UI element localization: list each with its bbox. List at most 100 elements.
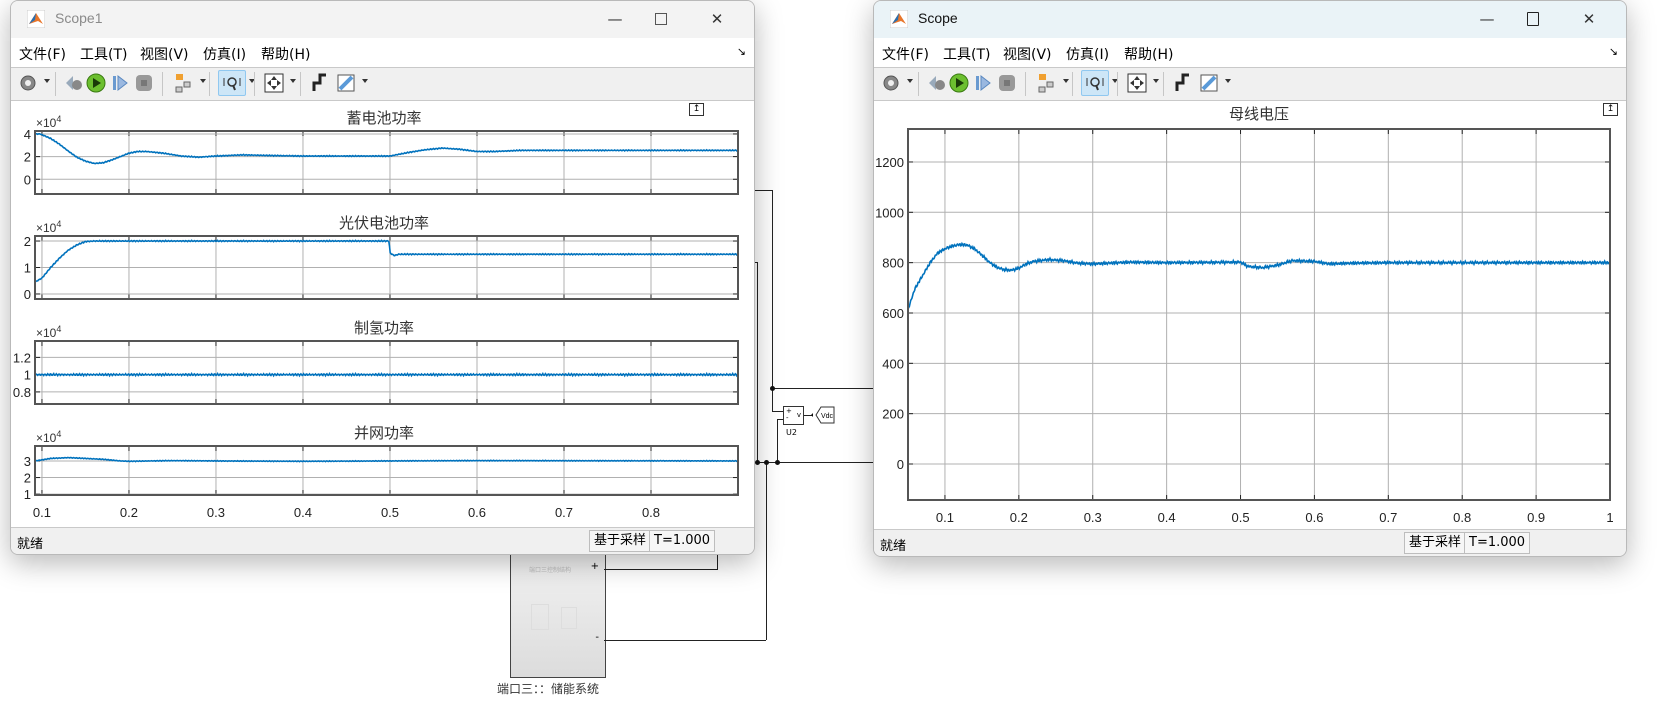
dropdown-caret-icon[interactable]	[290, 79, 296, 83]
minimize-button[interactable]: —	[592, 5, 638, 33]
scope1-plots[interactable]: 024蓄电池功率×104 012光伏电池功率×104 0.811.2制氢功率×104…	[11, 101, 754, 529]
goto-vdc-block[interactable]: Vdc	[811, 405, 835, 425]
minimize-button[interactable]: —	[1464, 5, 1510, 33]
plot-area	[908, 129, 1610, 500]
menu-tools[interactable]: 工具(T)	[943, 44, 990, 64]
x-tick-label: 0.1	[936, 510, 954, 525]
voltage-measurement-block[interactable]: + - v	[783, 406, 804, 425]
wire	[604, 569, 717, 570]
signal-selector-button[interactable]	[1036, 72, 1058, 94]
signal-selector-button[interactable]	[173, 72, 195, 94]
step-back-button[interactable]	[63, 72, 85, 94]
inner-subsystem-sketch	[531, 604, 549, 630]
x-tick-label: 0.5	[1231, 510, 1249, 525]
matlab-icon	[27, 10, 45, 28]
toolbar-separator	[300, 72, 301, 96]
menu-simulation[interactable]: 仿真(I)	[203, 44, 246, 64]
measure-icon	[337, 74, 355, 92]
dropdown-caret-icon[interactable]	[907, 79, 913, 83]
menu-simulation[interactable]: 仿真(I)	[1066, 44, 1109, 64]
step-back-button[interactable]	[926, 72, 948, 94]
scope-plot[interactable]: 0.1 0.2 0.3 0.4 0.5 0.6 0.7 0.8 0.9 1 0 200 400 600 80…	[874, 101, 1626, 531]
y-tick-label: 200	[882, 407, 904, 422]
x-tick-label: 0.4	[294, 505, 312, 520]
maximize-button[interactable]	[638, 5, 684, 33]
status-bar: 就绪 基于采样 T=1.000	[11, 527, 754, 554]
signal-trace	[34, 371, 739, 378]
close-button[interactable]: ✕	[694, 5, 740, 33]
dropdown-caret-icon[interactable]	[362, 79, 368, 83]
dropdown-caret-icon[interactable]	[200, 79, 206, 83]
autoscale-icon	[1127, 73, 1147, 93]
title-bar[interactable]: Scope — ✕	[874, 1, 1626, 38]
step-forward-button[interactable]	[109, 72, 131, 94]
toolbar-separator	[162, 72, 163, 96]
x-tick-label: 0.2	[120, 505, 138, 520]
dropdown-caret-icon[interactable]	[44, 79, 50, 83]
trigger-icon	[312, 73, 326, 91]
x-tick-label: 0.7	[555, 505, 573, 520]
x-tick-label: 0.8	[642, 505, 660, 520]
axis-scale-exponent: 4	[56, 219, 61, 229]
dropdown-caret-icon[interactable]	[1225, 79, 1231, 83]
run-icon	[949, 73, 969, 93]
dropdown-caret-icon[interactable]	[1063, 79, 1069, 83]
menu-tools[interactable]: 工具(T)	[80, 44, 127, 64]
toolbar	[11, 68, 754, 101]
energy-storage-block[interactable]: 端口三控制结构 + -	[510, 540, 606, 678]
menu-help[interactable]: 帮助(H)	[1124, 44, 1173, 64]
menu-collapse-icon[interactable]: ↘	[1609, 45, 1618, 58]
axes-0[interactable]: 0 2 4 蓄电池功率 ×104	[24, 110, 739, 195]
menu-help[interactable]: 帮助(H)	[261, 44, 310, 64]
zoom-axes-button[interactable]	[218, 70, 246, 96]
y-tick-label: 1	[24, 261, 31, 276]
trigger-button[interactable]	[1172, 72, 1194, 94]
plot-title: 并网功率	[354, 425, 414, 442]
close-button[interactable]: ✕	[1566, 5, 1612, 33]
title-bar[interactable]: Scope1 — ✕	[11, 1, 754, 38]
y-tick-label: 600	[882, 306, 904, 321]
run-button[interactable]	[85, 72, 107, 94]
x-tick-label: 0.8	[1453, 510, 1471, 525]
maximize-icon	[655, 13, 667, 25]
stop-button[interactable]	[996, 72, 1018, 94]
menu-file[interactable]: 文件(F)	[882, 44, 929, 64]
axes-2[interactable]: 0.8 1 1.2 制氢功率 ×104	[13, 320, 739, 405]
run-button[interactable]	[948, 72, 970, 94]
inner-subsystem-sketch	[561, 607, 577, 629]
dropdown-caret-icon[interactable]	[1153, 79, 1159, 83]
voltmeter-port-label: v	[796, 411, 801, 419]
toolbar-separator	[55, 72, 56, 96]
y-tick-label: 2	[24, 150, 31, 165]
plot-area	[35, 131, 738, 194]
maximize-button[interactable]	[1510, 5, 1556, 33]
axes-1[interactable]: 0 1 2 光伏电池功率 ×104	[24, 215, 739, 302]
measure-button[interactable]	[1198, 72, 1220, 94]
y-tick-label: 1200	[875, 155, 904, 170]
menu-view[interactable]: 视图(V)	[140, 44, 189, 64]
y-tick-label: 2	[24, 471, 31, 486]
autoscale-button[interactable]	[1126, 72, 1148, 94]
axes-3[interactable]: 0.1 0.2 0.3 0.4 0.5 0.6 0.7 0.8 12 3 并网功率 ×104	[24, 425, 739, 520]
measure-icon	[1200, 74, 1218, 92]
zoom-axes-button[interactable]	[1081, 70, 1109, 96]
maximize-icon	[1527, 12, 1539, 26]
wire-junction	[764, 460, 769, 465]
wire	[753, 190, 772, 191]
autoscale-button[interactable]	[263, 72, 285, 94]
trigger-button[interactable]	[309, 72, 331, 94]
menu-bar: 文件(F) 工具(T) 视图(V) 仿真(I) 帮助(H) ↘	[874, 38, 1626, 68]
gear-button[interactable]	[17, 72, 39, 94]
stop-button[interactable]	[133, 72, 155, 94]
menu-view[interactable]: 视图(V)	[1003, 44, 1052, 64]
run-icon	[86, 73, 106, 93]
measure-button[interactable]	[335, 72, 357, 94]
step-forward-button[interactable]	[972, 72, 994, 94]
axes-4[interactable]: 0.1 0.2 0.3 0.4 0.5 0.6 0.7 0.8 0.9 1 0 200 400 600 80…	[875, 106, 1614, 525]
menu-collapse-icon[interactable]: ↘	[737, 45, 746, 58]
wire	[777, 419, 778, 462]
gear-button[interactable]	[880, 72, 902, 94]
y-tick-label: 800	[882, 256, 904, 271]
status-text: 就绪	[17, 537, 44, 552]
menu-file[interactable]: 文件(F)	[19, 44, 66, 64]
